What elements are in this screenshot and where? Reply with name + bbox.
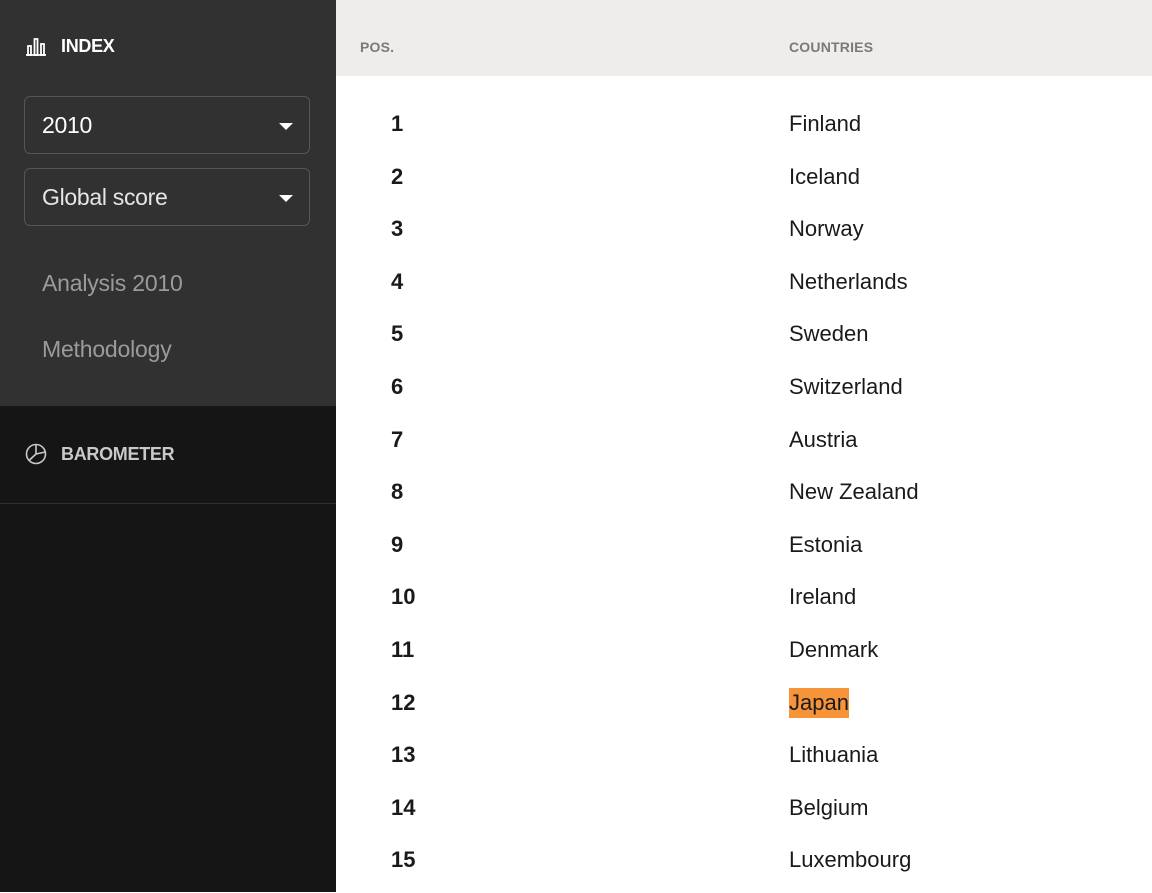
country-cell[interactable]: Sweden bbox=[789, 314, 869, 354]
pie-chart-icon bbox=[25, 443, 47, 465]
sidebar: INDEX 2010 Global score Analysis 2010 Me… bbox=[0, 0, 336, 892]
country-cell[interactable]: Iceland bbox=[789, 157, 860, 197]
metric-select[interactable]: Global score bbox=[24, 168, 310, 226]
country-cell[interactable]: Lithuania bbox=[789, 735, 878, 775]
country-cell[interactable]: Finland bbox=[789, 104, 861, 144]
column-header-pos[interactable]: POS. bbox=[360, 39, 394, 55]
country-cell[interactable]: Denmark bbox=[789, 630, 878, 670]
index-panel: INDEX 2010 Global score Analysis 2010 Me… bbox=[0, 0, 336, 406]
chevron-down-icon bbox=[279, 195, 293, 202]
table-row[interactable]: 9 Estonia bbox=[336, 525, 1152, 578]
rank-cell: 5 bbox=[391, 321, 404, 347]
table-row[interactable]: 2 Iceland bbox=[336, 157, 1152, 210]
rank-cell: 14 bbox=[391, 794, 416, 820]
table-row[interactable]: 5 Sweden bbox=[336, 314, 1152, 367]
rank-cell: 9 bbox=[391, 531, 404, 557]
rank-cell: 15 bbox=[391, 847, 416, 873]
table-row[interactable]: 13 Lithuania bbox=[336, 735, 1152, 788]
table-body: 1 Finland 2 Iceland 3 Norway 4 Netherlands 5 Swed… bbox=[336, 104, 1152, 893]
country-cell-highlighted[interactable]: Japan bbox=[789, 687, 849, 718]
bar-chart-icon bbox=[25, 35, 47, 57]
index-label: INDEX bbox=[61, 35, 115, 56]
country-cell[interactable]: Switzerland bbox=[789, 367, 903, 407]
country-cell[interactable]: Estonia bbox=[789, 525, 862, 565]
table-row[interactable]: 7 Austria bbox=[336, 420, 1152, 473]
table-row[interactable]: 11 Denmark bbox=[336, 630, 1152, 683]
column-header-countries[interactable]: COUNTRIES bbox=[789, 39, 873, 55]
rank-cell: 10 bbox=[391, 584, 416, 610]
rank-cell: 1 bbox=[391, 111, 404, 136]
country-cell[interactable]: Austria bbox=[789, 420, 857, 460]
rank-cell: 3 bbox=[391, 216, 404, 242]
table-row[interactable]: 4 Netherlands bbox=[336, 262, 1152, 315]
rank-cell: 8 bbox=[391, 479, 404, 505]
country-cell[interactable]: Norway bbox=[789, 209, 864, 249]
table-row[interactable]: 10 Ireland bbox=[336, 577, 1152, 630]
methodology-link[interactable]: Methodology bbox=[42, 336, 172, 363]
country-cell[interactable]: Ireland bbox=[789, 577, 856, 617]
country-cell[interactable]: Luxembourg bbox=[789, 840, 911, 880]
rank-cell: 6 bbox=[391, 373, 404, 399]
table-row[interactable]: 6 Switzerland bbox=[336, 367, 1152, 420]
table-row[interactable]: 14 Belgium bbox=[336, 788, 1152, 841]
rank-cell: 2 bbox=[391, 163, 404, 189]
country-cell[interactable]: Belgium bbox=[789, 788, 868, 828]
ranking-table: POS. COUNTRIES 1 Finland 2 Iceland 3 Norway 4 N… bbox=[336, 0, 1152, 892]
chevron-down-icon bbox=[279, 123, 293, 130]
rank-cell: 11 bbox=[391, 636, 415, 662]
table-row[interactable]: 1 Finland bbox=[336, 104, 1152, 157]
barometer-section-header[interactable]: BAROMETER bbox=[25, 442, 175, 466]
rank-cell: 4 bbox=[391, 268, 404, 294]
country-cell[interactable]: New Zealand bbox=[789, 472, 919, 512]
table-row[interactable]: 12 Japan bbox=[336, 683, 1152, 736]
table-row[interactable]: 3 Norway bbox=[336, 209, 1152, 262]
rank-cell: 13 bbox=[391, 742, 416, 768]
year-select-value: 2010 bbox=[42, 111, 92, 138]
index-section-header[interactable]: INDEX bbox=[25, 34, 115, 58]
sidebar-divider bbox=[0, 503, 336, 504]
metric-select-value: Global score bbox=[42, 183, 168, 210]
year-select[interactable]: 2010 bbox=[24, 96, 310, 154]
table-row[interactable]: 15 Luxembourg bbox=[336, 840, 1152, 893]
analysis-link[interactable]: Analysis 2010 bbox=[42, 270, 183, 297]
country-cell[interactable]: Netherlands bbox=[789, 262, 908, 302]
barometer-label: BAROMETER bbox=[61, 443, 175, 464]
rank-cell: 7 bbox=[391, 426, 404, 452]
rank-cell: 12 bbox=[391, 689, 416, 715]
table-row[interactable]: 8 New Zealand bbox=[336, 472, 1152, 525]
table-header: POS. COUNTRIES bbox=[336, 0, 1152, 76]
